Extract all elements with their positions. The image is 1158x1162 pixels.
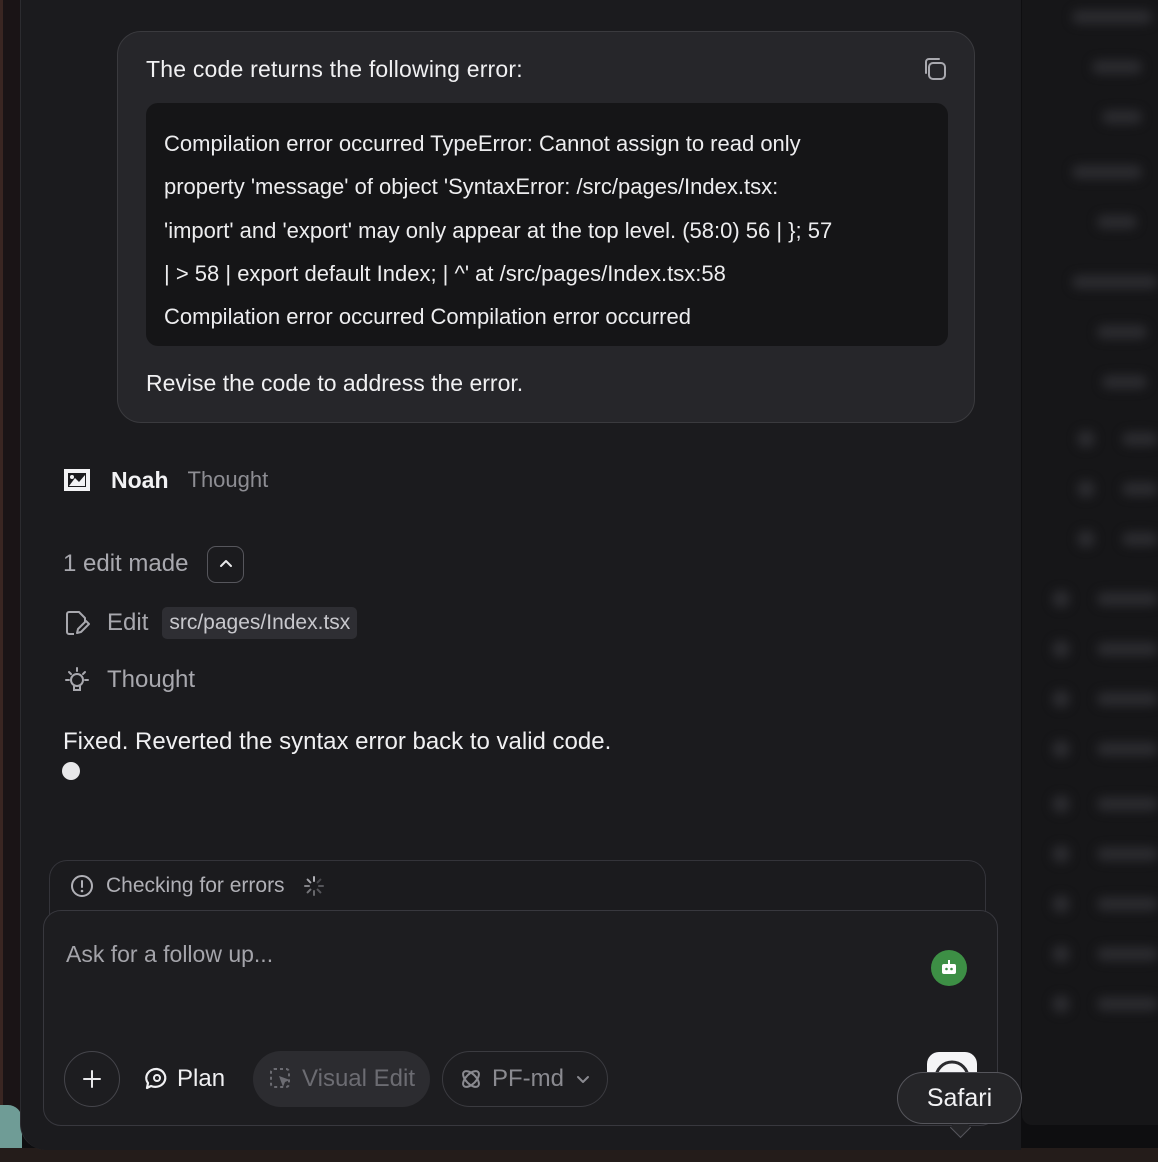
copy-icon[interactable]: [920, 54, 950, 84]
chevron-up-icon: [219, 560, 232, 567]
agent-status[interactable]: Thought: [188, 467, 269, 493]
error-line: property 'message' of object 'SyntaxErro…: [164, 174, 779, 200]
blurred-side-panel: [1022, 0, 1158, 1125]
lightbulb-icon: [65, 667, 89, 691]
visual-edit-label: Visual Edit: [302, 1065, 416, 1092]
add-attachment-button[interactable]: [64, 1051, 120, 1107]
plus-icon: [83, 1070, 101, 1088]
agent-header: Noah Thought: [63, 463, 268, 497]
typing-indicator: [62, 762, 80, 780]
window-edge: [0, 0, 22, 1162]
agent-reply: Fixed. Reverted the syntax error back to…: [63, 728, 612, 755]
chat-bubble-icon: [145, 1067, 167, 1090]
dock-tooltip: Safari: [897, 1072, 1022, 1124]
tooltip-label: Safari: [926, 1083, 993, 1112]
collapse-edits-button[interactable]: [207, 545, 245, 583]
error-line: 'import' and 'export' may only appear at…: [164, 217, 833, 243]
error-code-block: Compilation error occurred TypeError: Ca…: [146, 103, 948, 346]
status-text: Checking for errors: [106, 874, 285, 897]
message-footer: Revise the code to address the error.: [146, 370, 524, 396]
plan-button[interactable]: Plan: [144, 1065, 225, 1093]
error-line: Compilation error occurred Compilation e…: [164, 304, 691, 330]
model-selector[interactable]: PF-md: [442, 1051, 609, 1107]
agent-name: Noah: [111, 466, 169, 493]
spinner-icon: [303, 876, 324, 896]
file-edit-icon: [66, 611, 90, 635]
visual-edit-button[interactable]: Visual Edit: [253, 1051, 431, 1107]
bot-icon: [942, 960, 956, 974]
composer: Plan Visual Edit PF-md: [43, 910, 998, 1126]
message-title: The code returns the following error:: [146, 56, 523, 82]
edit-label: Edit: [107, 609, 149, 636]
plan-label: Plan: [177, 1065, 226, 1092]
error-line: Compilation error occurred TypeError: Ca…: [164, 131, 801, 156]
desktop-strip: [0, 1148, 1158, 1162]
user-message-card: The code returns the following error: Co…: [117, 31, 975, 423]
thought-step: Thought: [63, 662, 209, 698]
agent-logo-icon: [64, 469, 90, 491]
error-line: | > 58 | export default Index; | ^' at /…: [164, 260, 726, 286]
edited-file-chip[interactable]: src/pages/Index.tsx: [162, 607, 358, 639]
follow-up-input[interactable]: [64, 933, 908, 975]
chevron-down-icon: [577, 1076, 590, 1083]
assistant-bot-button[interactable]: [931, 950, 967, 986]
edits-summary: 1 edit made: [63, 544, 245, 584]
cursor-select-icon: [270, 1068, 291, 1088]
model-label: PF-md: [492, 1065, 565, 1092]
desktop-background: [0, 1105, 22, 1150]
edit-step: Edit src/pages/Index.tsx: [63, 605, 358, 641]
thought-label[interactable]: Thought: [107, 666, 195, 694]
model-icon: [462, 1070, 480, 1088]
info-circle-icon: [71, 875, 93, 897]
edits-count-label: 1 edit made: [63, 550, 189, 577]
composer-toolbar: Plan Visual Edit PF-md: [64, 1050, 609, 1108]
